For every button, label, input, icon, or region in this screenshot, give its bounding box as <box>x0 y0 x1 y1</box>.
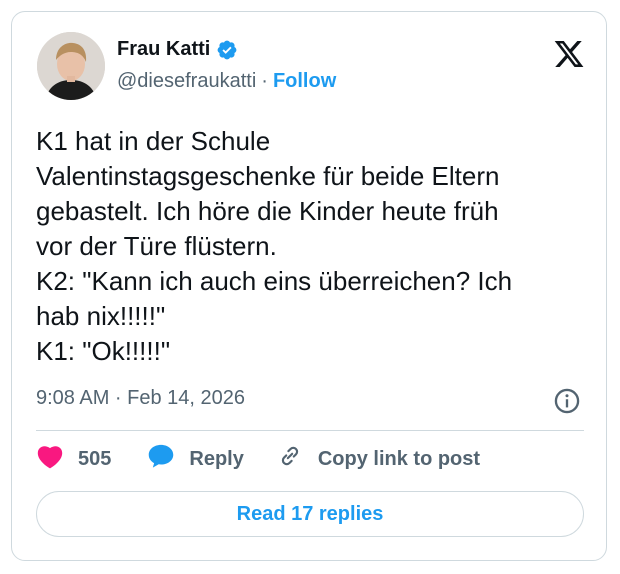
verified-badge-icon <box>216 39 238 61</box>
action-bar: 505 Reply Copy link to post <box>36 444 480 474</box>
x-logo-icon[interactable] <box>553 38 585 70</box>
author-name[interactable]: Frau Katti <box>117 38 210 61</box>
read-replies-button[interactable]: Read 17 replies <box>36 491 584 537</box>
handle-row: @diesefraukatti · Follow <box>117 70 336 93</box>
like-count: 505 <box>78 447 112 470</box>
reply-bubble-icon <box>147 443 189 475</box>
author-name-row[interactable]: Frau Katti <box>117 38 238 61</box>
reply-button[interactable]: Reply <box>147 443 244 475</box>
tweet-card: Frau Katti @diesefraukatti · Follow K1 h… <box>11 11 607 561</box>
like-button[interactable]: 505 <box>36 443 111 475</box>
heart-icon <box>36 443 78 475</box>
info-icon[interactable] <box>553 387 581 415</box>
author-handle[interactable]: @diesefraukatti <box>117 70 256 93</box>
avatar[interactable] <box>37 32 105 100</box>
post-timestamp[interactable]: 9:08 AM · Feb 14, 2026 <box>36 387 245 410</box>
divider <box>36 430 584 431</box>
link-icon <box>276 443 318 475</box>
copy-link-label: Copy link to post <box>317 447 481 470</box>
reply-label: Reply <box>189 447 244 470</box>
post-text: K1 hat in der Schule Valentinstagsgesche… <box>36 126 513 366</box>
copy-link-button[interactable]: Copy link to post <box>276 443 480 475</box>
separator: · <box>261 70 268 92</box>
follow-button[interactable]: Follow <box>273 70 336 93</box>
